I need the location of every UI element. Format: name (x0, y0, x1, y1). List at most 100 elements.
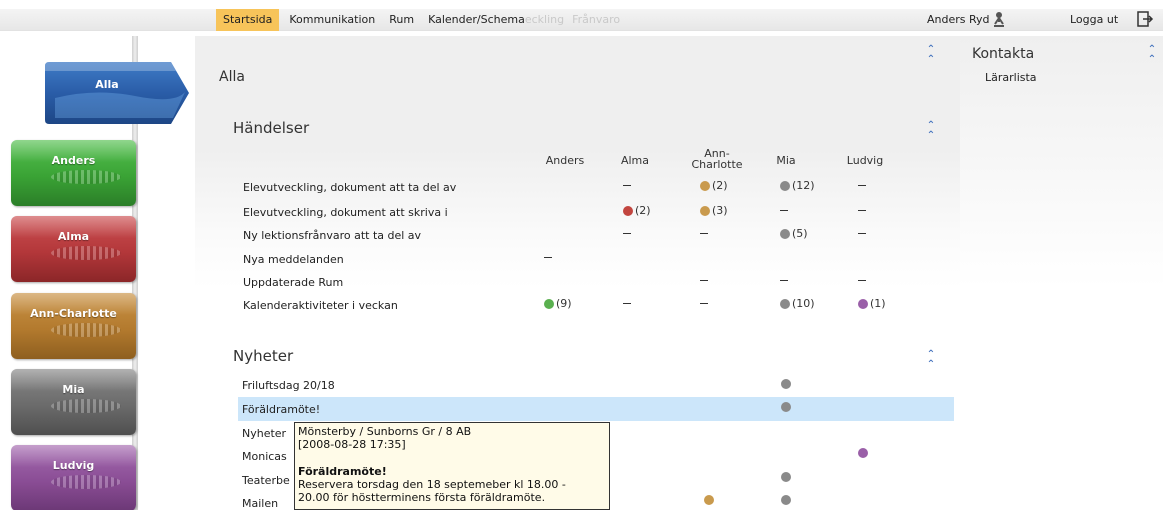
nav-kommunikation[interactable]: Kommunikation (282, 9, 382, 31)
event-cell-anders[interactable] (544, 251, 552, 258)
col-head-alma: Alma (620, 154, 650, 167)
empty-dash (623, 233, 631, 234)
collapse-alla-icon[interactable]: ⌃ ⌃ (925, 45, 937, 65)
status-dot-icon (780, 180, 790, 191)
event-count: (1) (870, 297, 886, 310)
news-item[interactable]: Mailen (242, 497, 278, 510)
news-dot-mia (781, 472, 791, 482)
logout-icon[interactable] (1136, 10, 1154, 28)
child-tab-alla[interactable]: Alla (45, 62, 190, 124)
event-cell-ann-charlotte[interactable] (700, 274, 708, 281)
nav-kalender-schema[interactable]: Kalender/Schema (421, 9, 525, 31)
collapse-events-icon[interactable]: ⌃ ⌃ (925, 121, 937, 141)
news-title: Nyheter (233, 347, 294, 365)
news-item[interactable]: Nyheter (242, 427, 286, 440)
news-item[interactable]: Monicas (242, 450, 287, 463)
news-item[interactable]: Föräldramöte! (242, 403, 320, 416)
tab-wave (51, 246, 121, 260)
event-cell-mia[interactable]: (5) (780, 227, 808, 240)
status-dot-icon (544, 298, 554, 309)
children-sidebar: Alla Anders Alma Ann-Charlotte Mia Ludvi… (0, 36, 195, 510)
event-cell-alma[interactable]: (2) (623, 204, 651, 217)
event-cell-ludvig[interactable]: (1) (858, 297, 886, 310)
event-cell-mia[interactable]: (10) (780, 297, 815, 310)
event-cell-alma[interactable] (623, 227, 631, 234)
nav-rum[interactable]: Rum (382, 9, 421, 31)
event-cell-ludvig[interactable] (858, 227, 866, 234)
main-panel-top (195, 36, 960, 150)
child-tab-mia[interactable]: Mia (11, 369, 136, 435)
child-tab-anders[interactable]: Anders (11, 140, 136, 206)
news-item[interactable]: Friluftsdag 20/18 (242, 379, 335, 392)
event-cell-mia[interactable] (780, 204, 788, 211)
event-count: (2) (635, 204, 651, 217)
logout-link[interactable]: Logga ut (1070, 9, 1118, 31)
event-cell-ludvig[interactable] (858, 274, 866, 281)
empty-dash (544, 257, 552, 258)
empty-dash (780, 210, 788, 211)
tooltip-source: Mönsterby / Sunborns Gr / 8 AB (298, 425, 472, 438)
news-dot-ludvig (858, 448, 868, 458)
main-nav: Startsida Kommunikation Rum Kalender/Sch… (216, 9, 624, 31)
nav-franvaro[interactable]: Frånvaro (568, 9, 624, 31)
event-cell-alma[interactable] (623, 297, 631, 304)
empty-dash (623, 185, 631, 186)
news-item[interactable]: Teaterbe (242, 474, 290, 487)
event-row-label[interactable]: Ny lektionsfrånvaro att ta del av (243, 229, 421, 242)
tab-wave (51, 475, 121, 489)
collapse-contact-icon[interactable]: ⌃ ⌃ (1146, 45, 1158, 65)
status-dot-icon (700, 205, 710, 216)
col-head-ann-charlotte: Ann- Charlotte (691, 147, 743, 171)
event-count: (10) (792, 297, 815, 310)
child-tab-alma[interactable]: Alma (11, 216, 136, 282)
event-count: (12) (792, 179, 815, 192)
event-cell-ann-charlotte[interactable] (700, 297, 708, 304)
news-row-highlight (238, 397, 954, 421)
tab-wave (51, 323, 121, 337)
col-head-anders: Anders (545, 154, 585, 167)
person-icon[interactable] (991, 11, 1007, 28)
empty-dash (858, 210, 866, 211)
child-tab-ludvig[interactable]: Ludvig (11, 445, 136, 510)
tooltip-body-line2: 20.00 för höstterminens första föräldram… (298, 491, 546, 504)
child-tab-ann-charlotte[interactable]: Ann-Charlotte (11, 293, 136, 359)
event-count: (9) (556, 297, 572, 310)
child-tab-alma-label: Alma (57, 230, 90, 243)
empty-dash (858, 233, 866, 234)
event-cell-ann-charlotte[interactable] (700, 227, 708, 234)
event-cell-ludvig[interactable] (858, 179, 866, 186)
empty-dash (700, 303, 708, 304)
user-name[interactable]: Anders Ryd (927, 9, 990, 31)
empty-dash (858, 280, 866, 281)
event-count: (2) (712, 179, 728, 192)
event-row-label[interactable]: Kalenderaktiviteter i veckan (243, 299, 398, 312)
child-tab-mia-label: Mia (62, 383, 85, 396)
status-dot-icon (780, 298, 790, 309)
child-tab-anders-label: Anders (51, 154, 96, 167)
event-cell-mia[interactable]: (12) (780, 179, 815, 192)
event-cell-ludvig[interactable] (858, 204, 866, 211)
teacher-list-link[interactable]: Lärarlista (985, 71, 1037, 84)
event-row-label[interactable]: Elevutveckling, dokument att ta del av (243, 181, 456, 194)
child-tab-alla-label: Alla (95, 78, 118, 91)
event-row-label[interactable]: Nya meddelanden (243, 253, 344, 266)
event-row-label[interactable]: Uppdaterade Rum (243, 276, 343, 289)
nav-startsida[interactable]: Startsida (216, 9, 280, 31)
event-cell-mia[interactable] (780, 274, 788, 281)
tooltip-body-line1: Reservera torsdag den 18 septemeber kl 1… (298, 478, 566, 491)
status-dot-icon (780, 228, 790, 239)
event-cell-alma[interactable] (623, 179, 631, 186)
col-head-mia: Mia (776, 154, 796, 167)
event-cell-ann-charlotte[interactable]: (3) (700, 204, 728, 217)
main-panel-events (195, 150, 960, 288)
status-dot-icon (858, 298, 868, 309)
page-title: Alla (219, 69, 245, 85)
tab-wave (51, 170, 121, 184)
event-row-label[interactable]: Elevutveckling, dokument att skriva i (243, 206, 448, 219)
nav-elevutveckling[interactable]: eckling (525, 9, 568, 31)
col-head-ludvig: Ludvig (846, 154, 884, 167)
collapse-news-icon[interactable]: ⌃ ⌃ (925, 350, 937, 370)
event-cell-anders[interactable]: (9) (544, 297, 572, 310)
status-dot-icon (700, 180, 710, 191)
event-cell-ann-charlotte[interactable]: (2) (700, 179, 728, 192)
